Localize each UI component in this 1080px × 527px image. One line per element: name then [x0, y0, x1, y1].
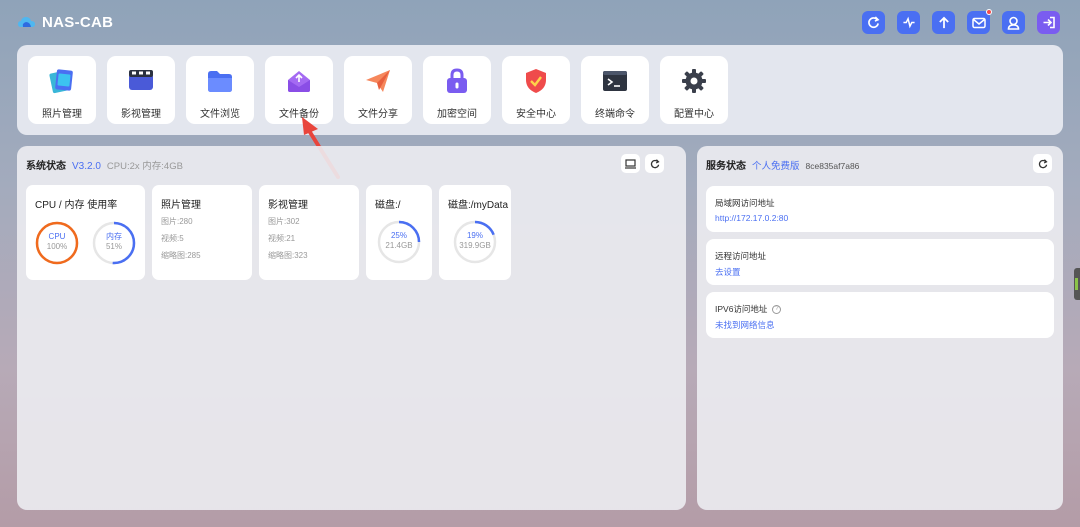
app-terminal[interactable]: 终端命令 [581, 56, 649, 124]
lock-icon [442, 66, 472, 96]
share-icon [363, 66, 393, 96]
lan-address-title: 局域网访问地址 [715, 198, 775, 208]
upload-button[interactable] [932, 11, 955, 34]
app-security-center[interactable]: 安全中心 [502, 56, 570, 124]
system-status-panel: 系统状态 V3.2.0 CPU:2x 内存:4GB CPU / 内存 使用率 C… [17, 146, 686, 510]
card-title: 磁盘:/ [375, 200, 401, 211]
video-stats-card[interactable]: 影视管理 图片:302 视频:21 缩略图:323 [259, 185, 359, 280]
brand-name: NAS-CAB [42, 13, 114, 31]
thumbnail-count: 缩略图:285 [161, 251, 201, 260]
memory-value: 51% [105, 242, 122, 251]
activity-button[interactable] [897, 11, 920, 34]
shield-icon [521, 66, 551, 96]
notification-dot [986, 9, 992, 15]
app-label: 配置中心 [674, 109, 714, 120]
photo-stats-card[interactable]: 照片管理 图片:280 视频:5 缩略图:285 [152, 185, 252, 280]
help-icon[interactable]: ? [772, 304, 782, 314]
cpu-memory-card: CPU / 内存 使用率 CPU 100% 内存 51% [26, 185, 145, 280]
card-title: CPU / 内存 使用率 [35, 200, 118, 211]
refresh-icon [1038, 158, 1048, 168]
ipv6-title-row: IPV6访问地址 ? [715, 303, 782, 315]
service-refresh-button[interactable] [1033, 154, 1052, 173]
side-drawer-handle[interactable] [1074, 268, 1080, 300]
monitor-icon [625, 158, 636, 169]
ipv6-address-card: IPV6访问地址 ? 未找到网络信息 [706, 292, 1054, 338]
brand-logo[interactable]: NAS-CAB [17, 12, 113, 32]
service-status-header: 服务状态 个人免费版 8ce835af7a86 [706, 157, 859, 172]
app-video[interactable]: 影视管理 [107, 56, 175, 124]
photo-count: 图片:302 [268, 217, 300, 226]
app-label: 安全中心 [516, 109, 556, 120]
remote-address-title: 远程访问地址 [715, 251, 767, 261]
ipv6-address-value: 未找到网络信息 [715, 320, 775, 330]
app-label: 文件浏览 [200, 109, 240, 120]
app-config-center[interactable]: 配置中心 [660, 56, 728, 124]
app-label: 加密空间 [437, 109, 477, 120]
app-photos[interactable]: 照片管理 [28, 56, 96, 124]
app-label: 照片管理 [42, 109, 82, 120]
panel-title: 系统状态 [26, 161, 66, 172]
app-launcher-bar: 照片管理 影视管理 文件浏览 文件备份 文件分享 加密空间 安全中心 终端命令 … [17, 45, 1063, 135]
user-icon [1007, 16, 1020, 30]
card-title: 照片管理 [161, 200, 201, 211]
cpu-value: 100% [46, 242, 68, 251]
refresh-icon [868, 16, 880, 29]
photo-count: 图片:280 [161, 217, 193, 226]
system-status-header: 系统状态 V3.2.0 CPU:2x 内存:4GB [26, 157, 183, 172]
app-file-browser[interactable]: 文件浏览 [186, 56, 254, 124]
disk-root-card: 磁盘:/ 25% 21.4GB [366, 185, 432, 280]
system-refresh-button[interactable] [645, 154, 664, 173]
refresh-icon [650, 158, 660, 168]
remote-setup-link[interactable]: 去设置 [715, 266, 741, 278]
disk-root-pct: 25% [390, 231, 407, 240]
upload-icon [938, 16, 949, 29]
video-count: 视频:5 [161, 234, 184, 243]
activity-icon [902, 16, 915, 29]
backup-icon [284, 66, 314, 96]
disk-mydata-card: 磁盘:/myData 19% 319.9GB [439, 185, 511, 280]
app-file-backup[interactable]: 文件备份 [265, 56, 333, 124]
top-bar: NAS-CAB [0, 0, 1080, 45]
disk-mydata-pct: 19% [466, 231, 483, 240]
card-title: 影视管理 [268, 200, 308, 211]
cpu-label: CPU [48, 232, 66, 241]
license-tier-link[interactable]: 个人免费版 [752, 158, 800, 172]
app-encrypted-space[interactable]: 加密空间 [423, 56, 491, 124]
memory-label: 内存 [106, 232, 122, 241]
photos-icon [47, 66, 77, 96]
app-label: 影视管理 [121, 109, 161, 120]
device-id: 8ce835af7a86 [805, 161, 860, 171]
service-status-panel: 服务状态 个人免费版 8ce835af7a86 局域网访问地址 http://1… [697, 146, 1063, 510]
disk-mydata-size: 319.9GB [459, 241, 491, 250]
panel-title: 服务状态 [706, 161, 746, 172]
refresh-button[interactable] [862, 11, 885, 34]
thumbnail-count: 缩略图:323 [268, 251, 308, 260]
app-file-share[interactable]: 文件分享 [344, 56, 412, 124]
video-count: 视频:21 [268, 234, 296, 243]
card-title: 磁盘:/myData [448, 200, 509, 211]
remote-address-card: 远程访问地址 去设置 [706, 239, 1054, 285]
lan-address-card: 局域网访问地址 http://172.17.0.2:80 [706, 186, 1054, 232]
monitor-button[interactable] [621, 154, 640, 173]
terminal-icon [600, 66, 630, 96]
logout-icon [1043, 16, 1055, 29]
app-label: 终端命令 [595, 109, 635, 120]
mail-button[interactable] [967, 9, 992, 34]
video-icon [126, 66, 156, 96]
app-label: 文件分享 [358, 109, 398, 120]
ipv6-address-title: IPV6访问地址 [715, 304, 768, 314]
folder-icon [205, 66, 235, 96]
disk-root-size: 21.4GB [385, 241, 413, 250]
user-button[interactable] [1002, 11, 1025, 34]
mail-icon [971, 17, 986, 28]
lan-address-link[interactable]: http://172.17.0.2:80 [715, 213, 788, 223]
hardware-meta: CPU:2x 内存:4GB [106, 161, 183, 172]
logout-button[interactable] [1037, 11, 1060, 34]
cloud-logo-icon [17, 12, 37, 32]
version-link[interactable]: V3.2.0 [72, 161, 101, 172]
gear-icon [679, 66, 709, 96]
